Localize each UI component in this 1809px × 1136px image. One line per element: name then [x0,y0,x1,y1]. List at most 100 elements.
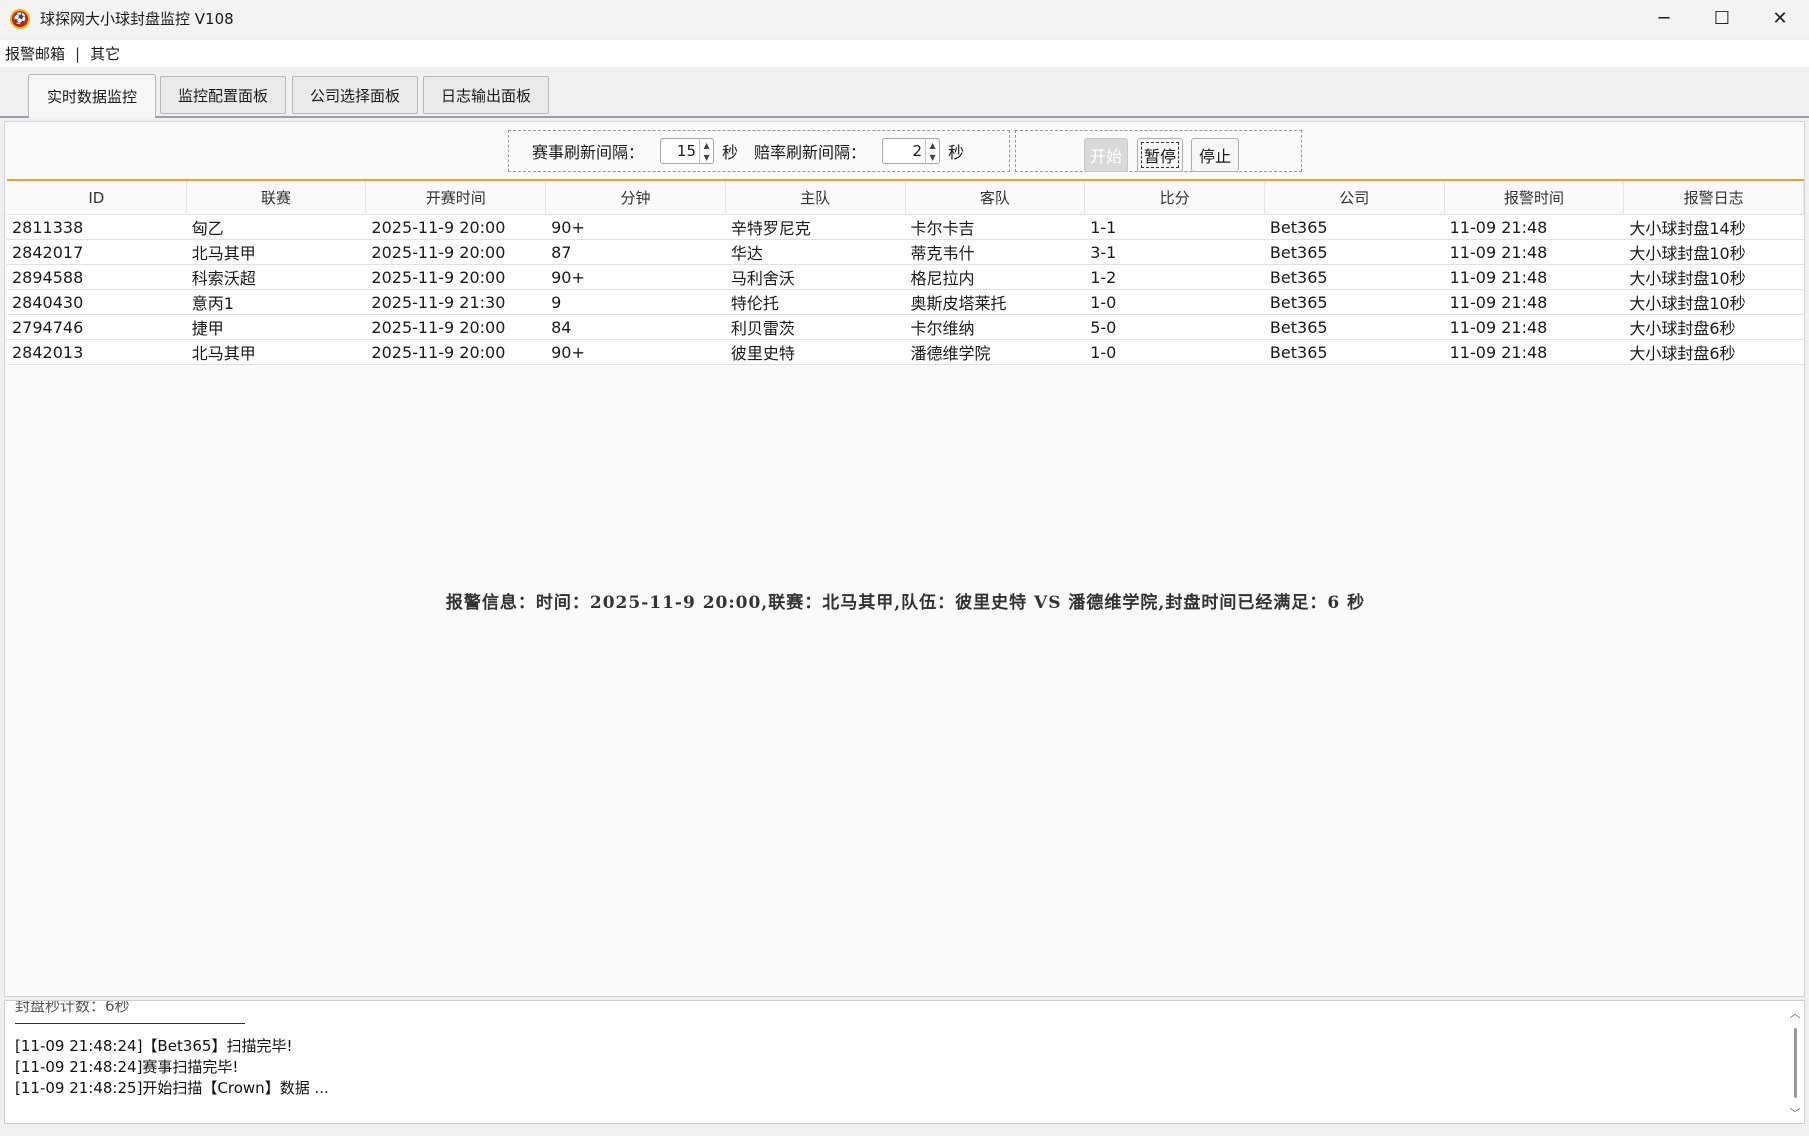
tab-log-output[interactable]: 日志输出面板 [423,76,549,114]
table-cell: 彼里史特 [730,344,795,363]
table-cell: 大小球封盘14秒 [1629,219,1746,238]
column-header[interactable]: 联赛 [187,181,367,214]
table-row[interactable]: 2840430 意丙1 2025-11-9 21:30 9 特伦托 奥斯皮塔莱托 1-0 Be… [7,290,1804,315]
table-cell: 大小球封盘10秒 [1629,244,1746,263]
table-cell: 科索沃超 [191,269,256,288]
stop-button[interactable]: 停止 [1191,138,1239,172]
table-cell: 84 [551,317,572,337]
menu-separator: | [75,44,81,63]
spinner-arrows-icon[interactable]: ▲ ▼ [699,139,713,163]
table-cell: 90+ [551,267,585,287]
event-refresh-value[interactable]: 15 [661,142,699,160]
table-cell: 1-0 [1090,342,1117,362]
log-divider [15,1023,245,1024]
action-button-group: 开始 暂停 停止 [1015,130,1302,172]
spinner-arrows-icon[interactable]: ▲ ▼ [925,139,939,163]
table-cell: 马利舍沃 [730,269,795,288]
window-controls: ─ ☐ ✕ [1635,0,1809,37]
column-header[interactable]: 报警时间 [1445,181,1625,214]
table-cell: 2842017 [12,242,84,262]
column-header[interactable]: 公司 [1265,181,1445,214]
table-row[interactable]: 2842017 北马其甲 2025-11-9 20:00 87 华达 蒂克韦什 3-1 Bet… [7,240,1804,265]
table-cell: 1-1 [1090,217,1117,237]
table-cell: Bet365 [1269,317,1328,337]
log-output[interactable]: 封盘秒计数：6秒 [11-09 21:48:24]【Bet365】扫描完毕! [… [4,1000,1805,1124]
event-refresh-spinner[interactable]: 15 ▲ ▼ [660,138,715,164]
log-line: [11-09 21:48:24]赛事扫描完毕! [15,1058,239,1076]
close-icon: ✕ [1772,8,1788,29]
table-cell: 11-09 21:48 [1449,267,1548,287]
table-cell: 意丙1 [191,294,234,313]
table-cell: Bet365 [1269,267,1328,287]
table-cell: 利贝雷茨 [730,319,795,338]
red-ball-app-icon: ⚽ [10,8,30,29]
table-cell: 90+ [551,342,585,362]
table-cell: 3-1 [1090,242,1117,262]
table-cell: 11-09 21:48 [1449,342,1548,362]
tab-company-select[interactable]: 公司选择面板 [292,76,418,114]
table-row[interactable]: 2894588 科索沃超 2025-11-9 20:00 90+ 马利舍沃 格尼拉内 1-2… [7,265,1804,290]
realtime-monitor-panel: 赛事刷新间隔： 15 ▲ ▼ 秒 赔率刷新间隔： 2 ▲ ▼ 秒 开始 暂停 停止 … [4,121,1805,997]
table-cell: Bet365 [1269,292,1328,312]
table-cell: 11-09 21:48 [1449,292,1548,312]
menu-alert-email[interactable]: 报警邮箱 [0,43,65,64]
table-cell: 2840430 [12,292,84,312]
log-line: [11-09 21:48:25]开始扫描【Crown】数据 ... [15,1079,329,1097]
table-cell: 2025-11-9 20:00 [371,242,506,262]
pause-button[interactable]: 暂停 [1137,138,1183,172]
table-row[interactable]: 2811338 匈乙 2025-11-9 20:00 90+ 辛特罗尼克 卡尔卡吉 1-1 B… [7,215,1804,240]
menu-bar: 报警邮箱 | 其它 [0,40,1809,67]
scroll-down-icon[interactable]: ﹀ [1790,1105,1801,1121]
table-cell: 5-0 [1090,317,1117,337]
column-header[interactable]: 主队 [726,181,906,214]
table-row[interactable]: 2842013 北马其甲 2025-11-9 20:00 90+ 彼里史特 潘德维学院 1-… [7,340,1804,365]
odds-refresh-label: 赔率刷新间隔： [754,143,867,162]
table-cell: 大小球封盘6秒 [1629,319,1736,338]
maximize-icon: ☐ [1713,8,1731,29]
close-button[interactable]: ✕ [1751,0,1809,37]
table-cell: 大小球封盘6秒 [1629,344,1736,363]
table-cell: 蒂克韦什 [910,244,975,263]
table-cell: 特伦托 [730,294,779,313]
column-header[interactable]: 比分 [1085,181,1265,214]
table-cell: Bet365 [1269,242,1328,262]
match-table: ID 联赛 开赛时间 分钟 主队 客队 比分 公司 报警时间 报警日志 2811338 匈乙 2025… [7,179,1805,365]
table-row[interactable]: 2794746 捷甲 2025-11-9 20:00 84 利贝雷茨 卡尔维纳 5-0 Bet… [7,315,1804,340]
table-cell: 潘德维学院 [910,344,991,363]
table-cell: 1-0 [1090,292,1117,312]
tab-monitor-config[interactable]: 监控配置面板 [160,76,286,114]
table-cell: 2025-11-9 20:00 [371,342,506,362]
minimize-button[interactable]: ─ [1635,0,1693,37]
minimize-icon: ─ [1658,8,1670,29]
table-header: ID 联赛 开赛时间 分钟 主队 客队 比分 公司 报警时间 报警日志 [7,181,1805,215]
column-header[interactable]: 客队 [906,181,1086,214]
table-cell: 2811338 [12,217,84,237]
column-header[interactable]: ID [7,181,187,214]
odds-refresh-spinner[interactable]: 2 ▲ ▼ [882,138,941,164]
column-header[interactable]: 分钟 [546,181,726,214]
maximize-button[interactable]: ☐ [1693,0,1751,37]
log-scrollbar[interactable]: ︿ ﹀ [1786,1001,1804,1123]
scroll-thumb[interactable] [1793,1028,1797,1098]
table-cell: 2025-11-9 20:00 [371,217,506,237]
table-cell: Bet365 [1269,217,1328,237]
table-cell: 11-09 21:48 [1449,317,1548,337]
tab-realtime-monitor[interactable]: 实时数据监控 [28,74,156,118]
menu-other[interactable]: 其它 [90,43,120,64]
table-cell: 90+ [551,217,585,237]
table-body: 2811338 匈乙 2025-11-9 20:00 90+ 辛特罗尼克 卡尔卡吉 1-1 B… [7,215,1804,365]
scroll-up-icon[interactable]: ︿ [1790,1005,1801,1021]
odds-refresh-value[interactable]: 2 [883,142,925,160]
table-cell: 87 [551,242,572,262]
table-cell: 2842013 [12,342,84,362]
table-cell: 捷甲 [191,319,224,338]
start-button[interactable]: 开始 [1084,138,1128,172]
table-cell: 大小球封盘10秒 [1629,269,1746,288]
table-cell: 9 [551,292,562,312]
column-header[interactable]: 开赛时间 [366,181,547,214]
table-cell: 1-2 [1090,267,1117,287]
table-cell: 大小球封盘10秒 [1629,294,1746,313]
event-refresh-unit: 秒 [722,143,739,162]
column-header[interactable]: 报警日志 [1624,181,1805,214]
table-cell: 辛特罗尼克 [730,219,811,238]
